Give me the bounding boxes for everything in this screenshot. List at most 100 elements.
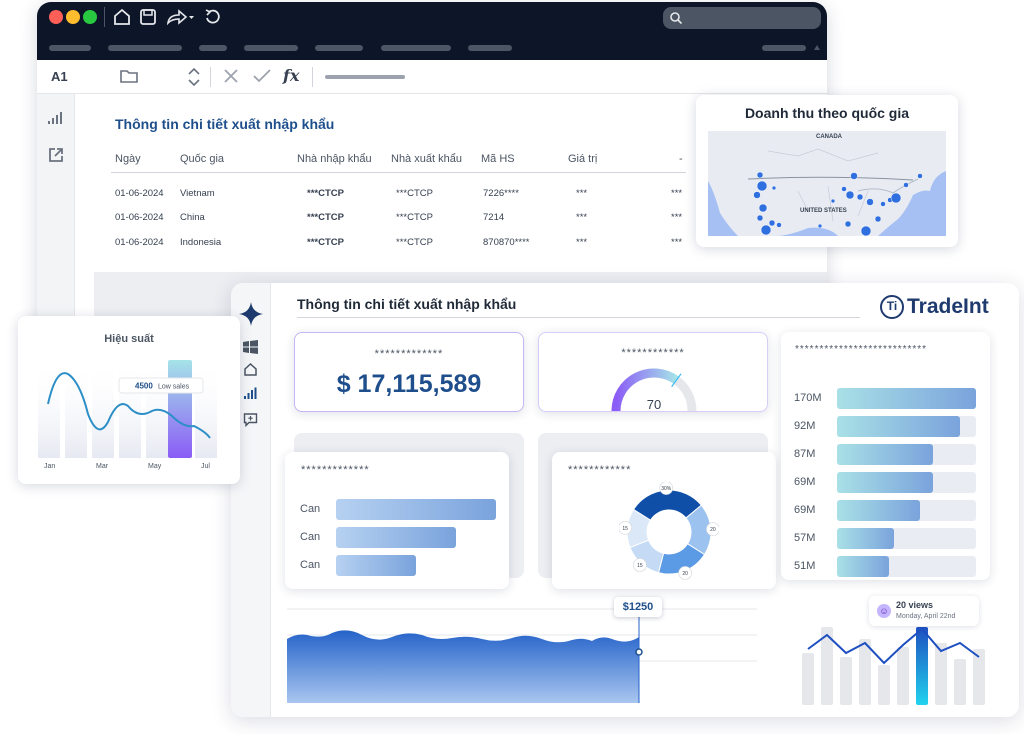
menu-item[interactable] [468, 45, 512, 51]
map-marker[interactable] [756, 171, 764, 179]
map-marker[interactable] [845, 190, 855, 200]
search-input[interactable] [663, 7, 821, 29]
map-marker[interactable] [860, 225, 872, 236]
collapse-ribbon-icon[interactable] [813, 43, 821, 51]
close-window-button[interactable] [49, 10, 63, 24]
ranking-bar-label: 170M [794, 392, 822, 404]
brand-name: TradeInt [907, 295, 989, 318]
map-marker[interactable] [856, 193, 864, 201]
donut-card[interactable]: ************ 30% 20 20 15 15 [552, 452, 776, 589]
ranking-bar[interactable] [837, 416, 960, 437]
revenue-map[interactable]: CANADA UNITED STATES [708, 131, 946, 236]
menu-item[interactable] [244, 45, 298, 51]
home-icon[interactable] [112, 7, 132, 27]
views-chart[interactable] [797, 623, 989, 705]
bar-chart-icon[interactable] [243, 386, 258, 401]
home-icon[interactable] [243, 362, 258, 377]
views-bar[interactable] [954, 659, 966, 705]
views-bar-active[interactable] [916, 627, 928, 705]
map-marker[interactable] [817, 223, 823, 229]
performance-column [92, 360, 114, 458]
x-tick-label: Jan [44, 463, 55, 470]
country-bar[interactable] [336, 499, 496, 520]
map-marker[interactable] [756, 180, 768, 192]
menu-item[interactable] [381, 45, 451, 51]
gauge-chart[interactable]: 70 [604, 363, 704, 413]
chat-icon[interactable] [243, 412, 258, 427]
ranking-bar[interactable] [837, 444, 934, 465]
map-marker[interactable] [756, 214, 764, 222]
cell-exporter: ***CTCP [396, 212, 433, 223]
windows-icon[interactable] [243, 340, 258, 354]
map-marker[interactable] [903, 182, 909, 188]
ranking-bar[interactable] [837, 556, 890, 577]
map-marker[interactable] [753, 191, 761, 199]
map-marker[interactable] [890, 192, 902, 204]
menu-item[interactable] [762, 45, 806, 51]
function-icon[interactable]: fx [283, 66, 299, 85]
map-marker[interactable] [874, 215, 882, 223]
views-bar[interactable] [859, 639, 871, 705]
ranking-bar[interactable] [837, 528, 895, 549]
minimize-window-button[interactable] [66, 10, 80, 24]
external-link-icon[interactable] [47, 146, 65, 164]
views-bar[interactable] [878, 665, 890, 705]
map-marker[interactable] [850, 172, 858, 180]
ranking-label: *************************** [795, 344, 928, 355]
map-marker[interactable] [880, 201, 886, 207]
gauge-card[interactable]: ************ 70 [538, 332, 768, 412]
ranking-bar[interactable] [837, 500, 920, 521]
sparkle-icon[interactable] [238, 301, 264, 327]
cell-reference[interactable]: A1 [51, 69, 68, 84]
views-line [807, 627, 980, 665]
sort-icon[interactable] [187, 66, 201, 88]
map-marker[interactable] [776, 222, 782, 228]
map-marker[interactable] [841, 186, 847, 192]
column-header: Nhà xuất khẩu [391, 153, 462, 165]
map-label-canada: CANADA [816, 134, 843, 140]
donut-slice-label: 15 [622, 526, 628, 532]
bar-chart-icon[interactable] [47, 110, 65, 126]
views-bar[interactable] [840, 657, 852, 705]
map-marker[interactable] [758, 203, 768, 213]
ranking-card[interactable]: *************************** 170M 92M 87M 69… [781, 332, 990, 580]
map-marker[interactable] [917, 173, 923, 179]
ranking-bar[interactable] [837, 388, 976, 409]
map-marker[interactable] [760, 224, 772, 236]
country-bars-card[interactable]: ************* Can Can Can [285, 452, 509, 589]
ranking-bar[interactable] [837, 472, 934, 493]
performance-chart[interactable]: 4500 Low sales Jan Mar May Jul [34, 354, 224, 474]
area-cursor-point[interactable] [635, 648, 643, 656]
cancel-icon[interactable] [222, 67, 240, 85]
country-bar[interactable] [336, 555, 416, 576]
views-bar[interactable] [935, 643, 947, 705]
maximize-window-button[interactable] [83, 10, 97, 24]
undo-icon[interactable] [203, 7, 223, 27]
menu-item[interactable] [315, 45, 363, 51]
country-bar[interactable] [336, 527, 456, 548]
performance-card[interactable]: Hiệu suất 4500 Low sales Jan Mar May Jul [18, 316, 240, 484]
map-marker[interactable] [866, 198, 874, 206]
share-icon[interactable] [165, 7, 195, 27]
folder-icon[interactable] [119, 67, 139, 85]
kpi-label: ************* [374, 348, 444, 360]
donut-chart[interactable]: 30% 20 20 15 15 [619, 482, 719, 582]
formula-input[interactable] [325, 75, 405, 79]
menu-item[interactable] [199, 45, 227, 51]
views-bar[interactable] [897, 647, 909, 705]
menu-item[interactable] [49, 45, 91, 51]
menu-item[interactable] [108, 45, 182, 51]
map-marker[interactable] [771, 185, 777, 191]
kpi-revenue-card[interactable]: ************* $ 17,115,589 [294, 332, 524, 412]
views-bar[interactable] [802, 653, 814, 705]
map-title: Doanh thu theo quốc gia [744, 105, 910, 121]
smile-icon: ☺ [877, 604, 891, 618]
confirm-icon[interactable] [252, 67, 272, 85]
views-bar[interactable] [973, 649, 985, 705]
map-marker[interactable] [844, 220, 852, 228]
map-marker[interactable] [768, 219, 776, 227]
map-marker[interactable] [830, 198, 836, 204]
donut-slice-label: 20 [682, 571, 688, 577]
save-icon[interactable] [138, 7, 158, 27]
performance-highlight-column[interactable] [168, 360, 192, 458]
